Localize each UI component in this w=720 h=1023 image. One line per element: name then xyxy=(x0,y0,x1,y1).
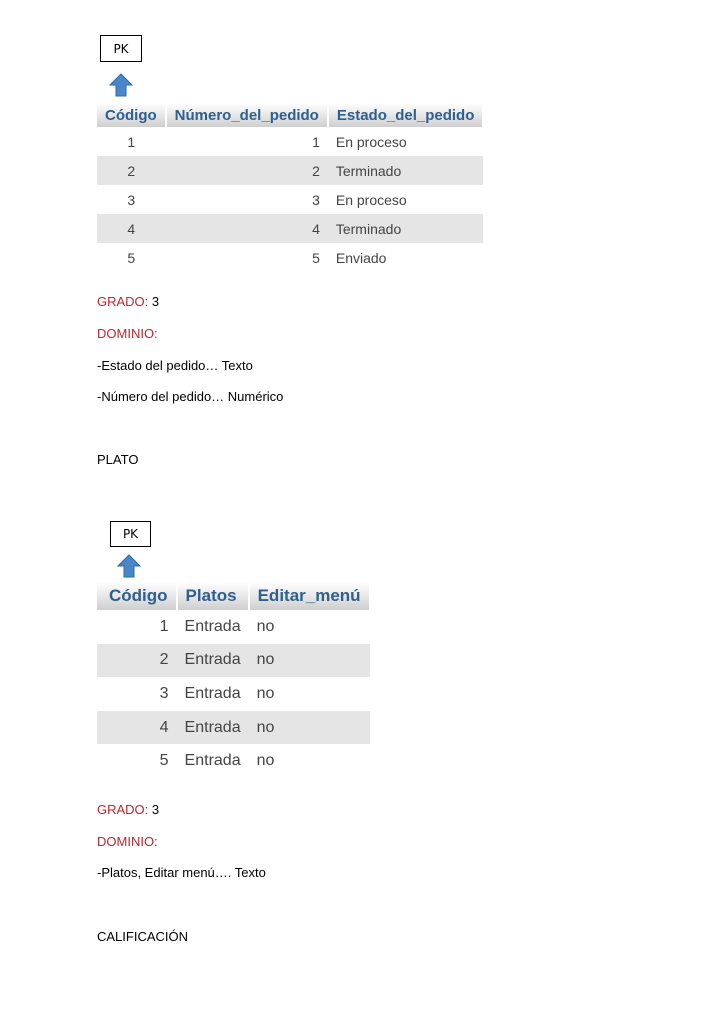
table-row: 4 4 Terminado xyxy=(97,214,484,243)
pk-label: PK xyxy=(122,527,139,541)
grado-line: GRADO: 3 xyxy=(97,294,159,309)
grado-value: 3 xyxy=(148,294,160,309)
cell-codigo: 3 xyxy=(159,684,169,702)
dominio-line: -Platos, Editar menú…. Texto xyxy=(97,865,266,880)
cell-codigo: 1 xyxy=(127,133,136,150)
cell-codigo: 3 xyxy=(127,191,136,208)
table-row: 5 Entrada no xyxy=(97,744,370,778)
cell-estado: En proceso xyxy=(335,133,407,150)
cell-numero: 2 xyxy=(165,156,328,185)
table-row: 1 1 En proceso xyxy=(97,127,483,156)
table-row: 2 2 Terminado xyxy=(97,156,484,185)
cell-editar: no xyxy=(248,710,370,745)
pk-label: PK xyxy=(113,41,129,56)
cell-codigo: 2 xyxy=(97,643,177,678)
grado-value: 3 xyxy=(148,802,160,817)
cell-platos: Entrada xyxy=(176,643,249,678)
cell-codigo: 1 xyxy=(159,617,169,635)
cell-estado: Enviado xyxy=(335,249,387,266)
cell-codigo: 5 xyxy=(159,752,169,770)
pedido-table: Código Número_del_pedido Estado_del_pedi… xyxy=(97,103,485,272)
cell-estado: Terminado xyxy=(327,214,484,243)
cell-estado: Terminado xyxy=(327,156,484,185)
cell-platos: Entrada xyxy=(184,684,241,702)
cell-codigo: 5 xyxy=(127,249,136,266)
pk-label-box: PK xyxy=(100,35,142,62)
cell-platos: Entrada xyxy=(184,617,241,635)
column-header: Código xyxy=(97,103,167,127)
dominio-label: DOMINIO: xyxy=(97,834,158,849)
cell-numero: 5 xyxy=(312,249,320,266)
cell-estado: En proceso xyxy=(335,191,407,208)
cell-platos: Entrada xyxy=(176,710,249,745)
column-header: Estado_del_pedido xyxy=(327,103,485,127)
table-row: 1 Entrada no xyxy=(97,610,370,644)
cell-numero: 3 xyxy=(312,191,320,208)
table-row: 4 Entrada no xyxy=(97,710,370,745)
cell-numero: 4 xyxy=(165,214,328,243)
table-row: 2 Entrada no xyxy=(97,643,370,678)
cell-platos: Entrada xyxy=(184,752,241,770)
table-header-row: Código Número_del_pedido Estado_del_pedi… xyxy=(97,103,485,127)
cell-editar: no xyxy=(248,643,370,678)
cell-codigo: 4 xyxy=(97,214,166,243)
dominio-line: -Número del pedido… Numérico xyxy=(97,389,284,404)
section-title-plato: PLATO xyxy=(97,452,139,467)
arrow-up-icon xyxy=(109,73,133,97)
column-header: Editar_menú xyxy=(248,582,371,610)
arrow-up-icon xyxy=(117,554,141,578)
column-header: Código xyxy=(97,582,178,610)
column-header: Número_del_pedido xyxy=(165,103,329,127)
grado-line: GRADO: 3 xyxy=(97,802,159,817)
dominio-line: -Estado del pedido… Texto xyxy=(97,358,253,373)
plato-table: Código Platos Editar_menú 1 Entrada no 2… xyxy=(97,582,371,778)
grado-label: GRADO: xyxy=(97,802,149,817)
table-header-row: Código Platos Editar_menú xyxy=(97,582,371,610)
table-row: 3 3 En proceso xyxy=(97,185,483,214)
cell-editar: no xyxy=(256,684,275,702)
dominio-label: DOMINIO: xyxy=(97,326,158,341)
cell-numero: 1 xyxy=(312,133,320,150)
cell-codigo: 2 xyxy=(97,156,166,185)
pk-label-box: PK xyxy=(110,521,151,547)
section-title-calificacion: CALIFICACIÓN xyxy=(97,929,189,944)
column-header: Platos xyxy=(176,582,250,610)
cell-codigo: 4 xyxy=(97,710,177,745)
cell-editar: no xyxy=(256,617,275,635)
table-row: 5 5 Enviado xyxy=(97,243,483,272)
cell-editar: no xyxy=(256,752,275,770)
grado-label: GRADO: xyxy=(97,294,149,309)
table-row: 3 Entrada no xyxy=(97,677,370,711)
